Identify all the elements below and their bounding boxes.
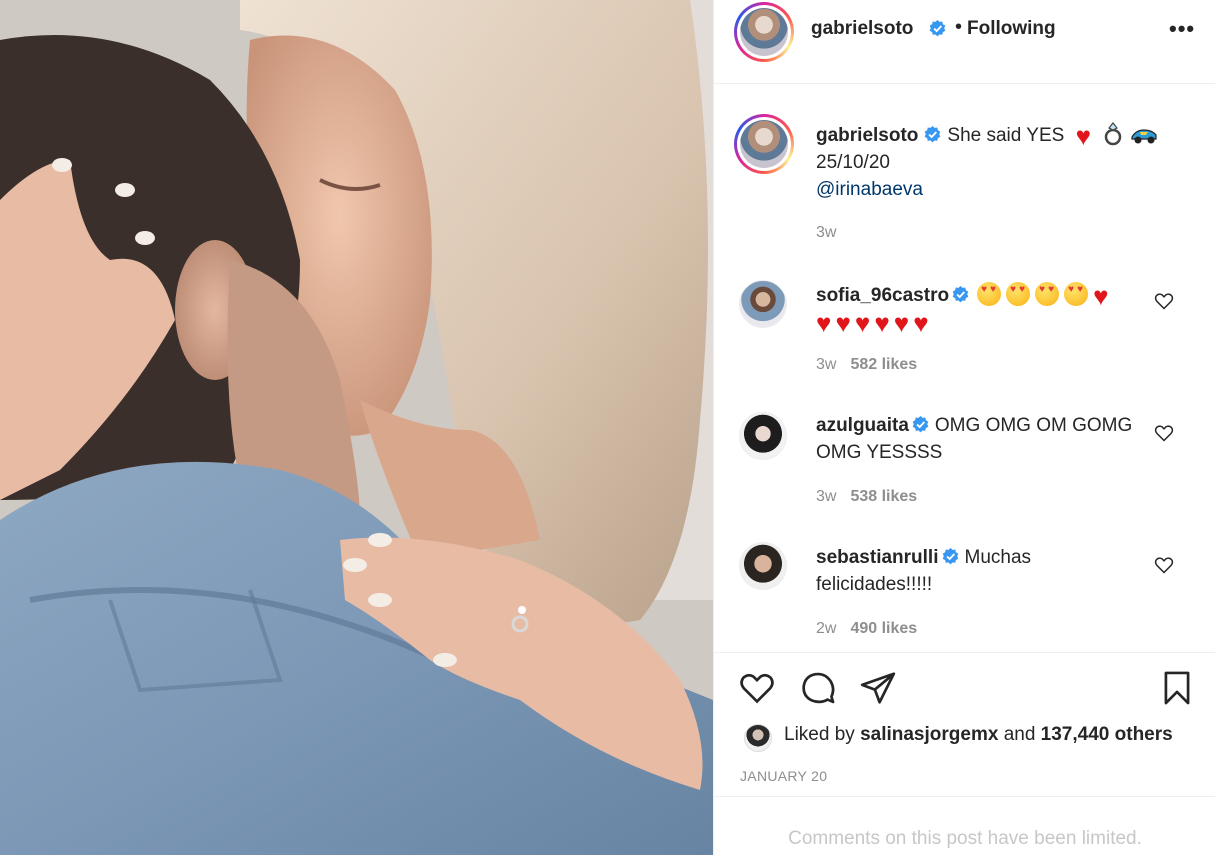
post-photo[interactable] [0, 0, 713, 855]
commenter-avatar[interactable] [739, 280, 787, 328]
verified-badge-icon [924, 20, 946, 40]
verified-badge-icon [939, 547, 965, 568]
liked-by-prefix: Liked by [784, 724, 855, 745]
post-date[interactable]: JANUARY 20 [740, 768, 827, 784]
author-username[interactable]: gabrielsoto [811, 18, 913, 40]
liked-by-summary: Liked by salinasjorgemx and 137,440 othe… [784, 724, 1173, 746]
couple-kissing-photo-illustration [0, 0, 713, 855]
commenter-username[interactable]: sebastianrulli [816, 547, 939, 568]
post-caption: gabrielsoto She said YES ♥ 25/10/20 @irin… [816, 122, 1186, 203]
caption-username[interactable]: gabrielsoto [816, 125, 918, 146]
comment-like-heart-icon[interactable] [1154, 423, 1174, 443]
comment-timestamp[interactable]: 2w [816, 620, 836, 637]
caption-date-line: 25/10/20 [816, 152, 890, 173]
commenter-avatar[interactable] [739, 542, 787, 590]
heart-eyes-emoji [977, 282, 1002, 306]
liked-by-count[interactable]: 137,440 others [1041, 724, 1173, 745]
racing-car-emoji [1130, 129, 1157, 144]
post-details-panel: gabrielsoto • Following ••• gabrielsoto S… [713, 0, 1215, 855]
comment-meta: 2w 490 likes [816, 620, 917, 638]
footer-divider [714, 796, 1215, 797]
comment-timestamp[interactable]: 3w [816, 356, 836, 373]
commenter-avatar[interactable] [739, 412, 787, 460]
bookmark-icon[interactable] [1158, 669, 1196, 707]
comments-limited-notice: Comments on this post have been limited. [788, 828, 1142, 849]
verified-badge-icon [909, 415, 935, 436]
heart-eyes-emoji [1064, 282, 1089, 306]
red-heart-emoji: ♥ [854, 308, 871, 338]
red-heart-emoji: ♥ [816, 308, 832, 338]
comment-likes[interactable]: 582 likes [850, 356, 917, 373]
red-heart-emoji: ♥ [1093, 281, 1109, 311]
actions-divider [714, 652, 1215, 653]
post-header: gabrielsoto • Following ••• [714, 0, 1215, 84]
separator-dot: • [955, 16, 963, 38]
paper-plane-icon[interactable] [859, 669, 897, 707]
comment-meta: 3w 538 likes [816, 488, 917, 506]
author-avatar[interactable] [734, 2, 794, 62]
liked-by-username[interactable]: salinasjorgemx [860, 724, 998, 745]
commenter-username[interactable]: azulguaita [816, 415, 909, 436]
verified-badge-icon [922, 125, 947, 146]
heart-eyes-emoji [1035, 282, 1060, 306]
comment-body: sebastianrulli Muchas felicidades!!!!! [816, 544, 1136, 598]
caption-text: She said YES [947, 125, 1065, 146]
comment-likes[interactable]: 538 likes [850, 488, 917, 505]
liker-avatar[interactable] [744, 724, 772, 752]
ring-emoji [1105, 122, 1122, 146]
comment-like-heart-icon[interactable] [1154, 291, 1174, 311]
caption-author-avatar[interactable] [734, 114, 794, 174]
more-options-icon[interactable]: ••• [1169, 16, 1195, 42]
comment-like-heart-icon[interactable] [1154, 555, 1174, 575]
comment-body: sofia_96castro♥ ♥♥ ♥♥ ♥♥ [816, 282, 1136, 336]
red-heart-emoji: ♥ [913, 308, 929, 338]
commenter-username[interactable]: sofia_96castro [816, 285, 949, 306]
comment-likes[interactable]: 490 likes [850, 620, 917, 637]
liked-by-joiner: and [1003, 724, 1036, 745]
comment-meta: 3w 582 likes [816, 356, 917, 374]
caption-timestamp[interactable]: 3w [816, 224, 836, 242]
red-heart-emoji: ♥ [835, 308, 851, 338]
red-heart-emoji: ♥ [1075, 121, 1092, 151]
heart-outline-icon[interactable] [738, 669, 776, 707]
comment-timestamp[interactable]: 3w [816, 488, 836, 505]
red-heart-emoji: ♥ [893, 308, 910, 338]
heart-eyes-emoji [1006, 282, 1031, 306]
comment-body: azulguaita OMG OMG OM GOMG OMG YESSSS [816, 412, 1136, 466]
following-button[interactable]: Following [967, 18, 1056, 40]
red-heart-emoji: ♥ [874, 308, 890, 338]
caption-mention-link[interactable]: @irinabaeva [816, 179, 923, 200]
verified-badge-icon [949, 285, 977, 306]
comment-bubble-icon[interactable] [799, 669, 837, 707]
